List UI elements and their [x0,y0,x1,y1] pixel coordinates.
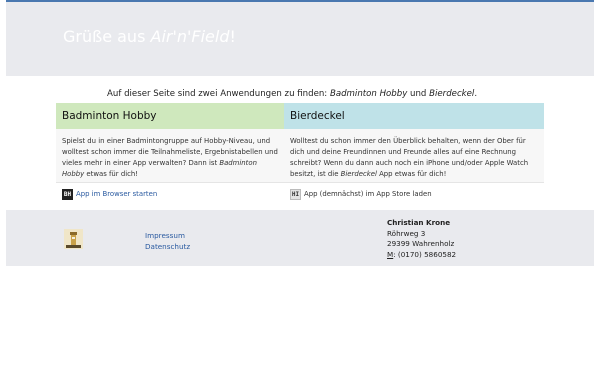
bierdeckel-app-icon: HI [290,188,301,200]
contact-phone-number: : (0170) 5860582 [393,249,457,259]
contact-phone: M: (0170) 5860582 [387,250,456,261]
intro-text-lead: Auf dieser Seite sind zwei Anwendungen z… [107,89,330,99]
intro-end: . [474,89,478,99]
card-bierdeckel: Bierdeckel Wolltest du schon immer den Ü… [284,103,544,205]
footer-links: Impressum Datenschutz [145,230,190,252]
contact-name: Christian Krone [387,218,451,227]
hero-brand: Air'n'Field [150,27,230,46]
datenschutz-link[interactable]: Datenschutz [145,241,190,252]
contact-street: Röhrweg 3 [387,228,426,238]
hero-title-suffix: ! [229,27,236,46]
hero-banner: Grüße aus Air'n'Field! [6,2,594,76]
app-cards: Badminton Hobby Spielst du in einer Badm… [56,103,544,205]
launch-browser-link[interactable]: BH App im Browser starten [56,182,284,205]
impressum-link[interactable]: Impressum [145,230,190,241]
contact-city: 29399 Wahrenholz [387,239,455,248]
contact-address: Christian Krone Röhrweg 3 29399 Wahrenho… [387,218,456,260]
app-store-notice: HI App (demnächst) im App Store laden [284,182,544,205]
app-store-notice-label: App (demnächst) im App Store laden [304,190,432,198]
card-description-app-name: Bierdeckel [340,170,377,178]
card-title: Badminton Hobby [56,103,284,129]
card-title: Bierdeckel [284,103,544,129]
card-description-text-end: etwas für dich! [84,170,139,178]
launch-browser-link-label[interactable]: App im Browser starten [76,190,157,198]
page-footer: Impressum Datenschutz Christian Krone Rö… [6,210,594,266]
card-description: Spielst du in einer Badmintongruppe auf … [56,129,284,182]
hero-title: Grüße aus Air'n'Field! [63,27,236,46]
card-description: Wolltest du schon immer den Überblick be… [284,129,544,182]
card-description-text-end: App etwas für dich! [376,170,447,178]
hero-title-prefix: Grüße aus [63,27,151,46]
card-badminton-hobby: Badminton Hobby Spielst du in einer Badm… [56,103,285,205]
intro-app2: Bierdeckel [429,89,475,99]
intro-and: und [407,89,430,99]
lighthouse-logo-icon [64,229,83,249]
badminton-hobby-app-icon: BH [62,188,73,200]
intro-app1: Badminton Hobby [329,89,408,99]
